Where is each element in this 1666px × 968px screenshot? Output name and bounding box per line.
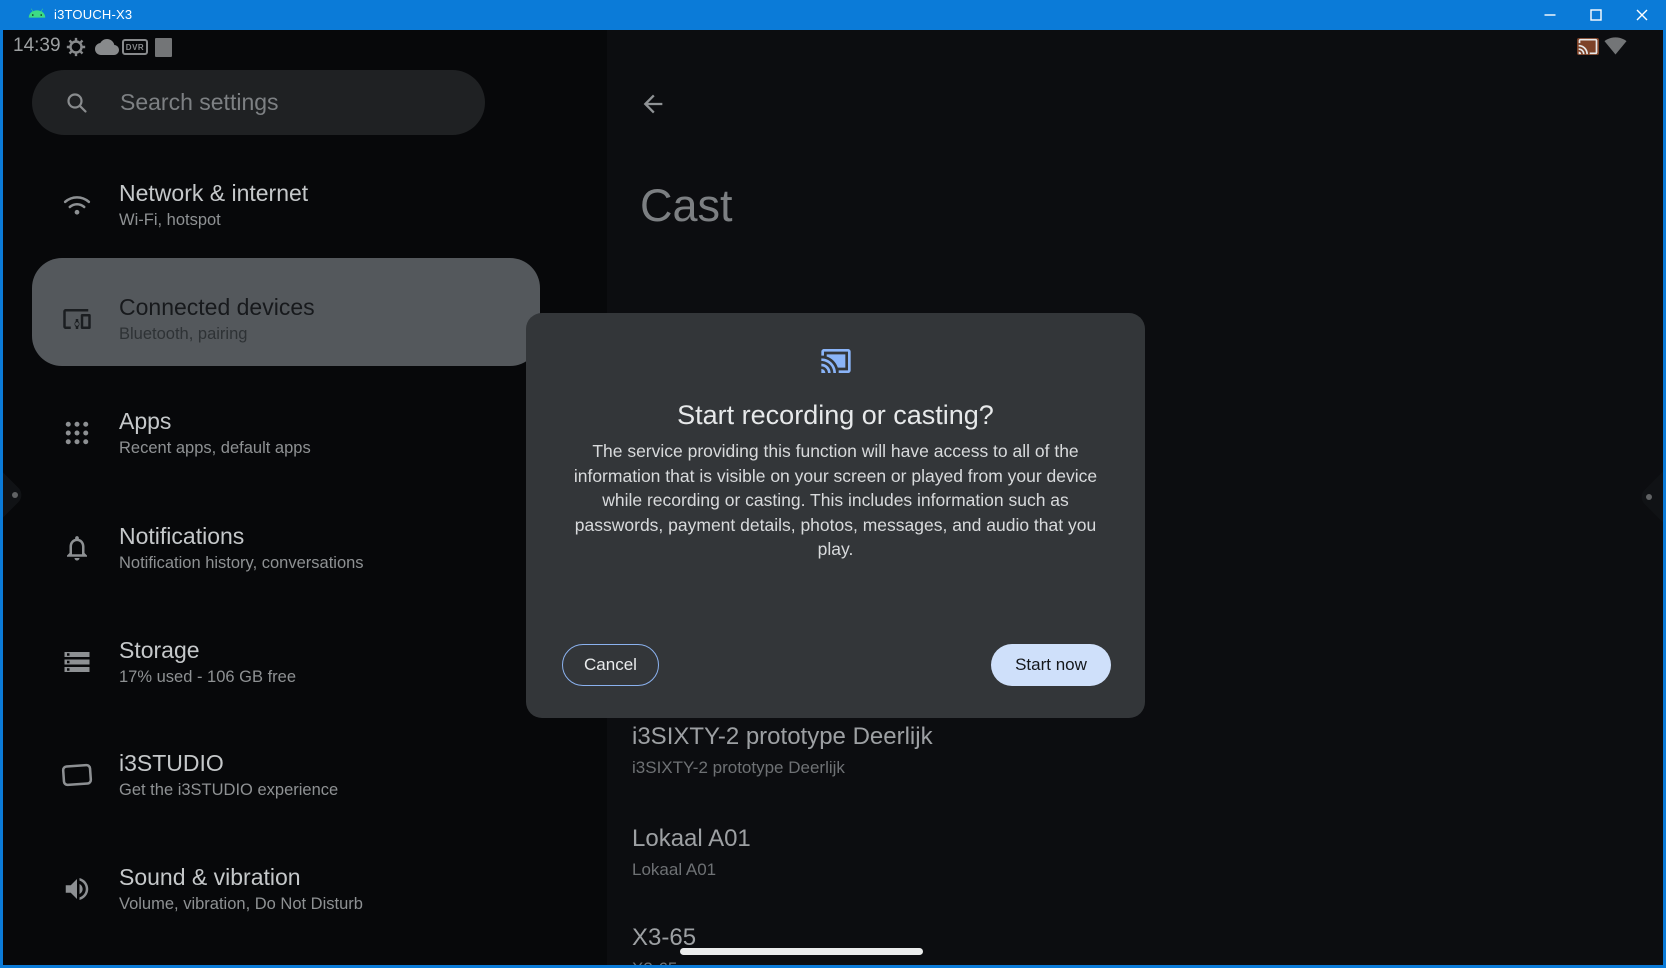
search-icon bbox=[65, 91, 89, 115]
status-bar: 14:39 DVR bbox=[3, 30, 1663, 62]
sidebar-item-title: Notifications bbox=[119, 523, 244, 550]
back-button[interactable] bbox=[639, 90, 673, 124]
maximize-icon bbox=[1590, 9, 1602, 21]
left-edge-handle-dot bbox=[12, 492, 18, 498]
devices-icon bbox=[62, 304, 92, 334]
cast-device-row[interactable]: Lokaal A01 Lokaal A01 bbox=[632, 825, 751, 880]
storage-icon bbox=[62, 647, 92, 677]
sidebar-item-storage[interactable]: Storage 17% used - 106 GB free bbox=[3, 637, 573, 737]
device-name: i3SIXTY-2 prototype Deerlijk bbox=[632, 723, 933, 751]
board-icon bbox=[60, 758, 94, 792]
maximize-button[interactable] bbox=[1574, 0, 1618, 30]
device-description: i3SIXTY-2 prototype Deerlijk bbox=[632, 758, 933, 778]
sidebar-item-subtitle: Get the i3STUDIO experience bbox=[119, 781, 338, 800]
minimize-button[interactable] bbox=[1528, 0, 1572, 30]
device-name: Lokaal A01 bbox=[632, 825, 751, 853]
android-logo-icon bbox=[28, 7, 46, 20]
cast-permission-dialog: Start recording or casting? The service … bbox=[526, 313, 1145, 718]
cancel-button[interactable]: Cancel bbox=[562, 644, 659, 686]
search-placeholder: Search settings bbox=[120, 89, 279, 116]
cast-device-row[interactable]: i3SIXTY-2 prototype Deerlijk i3SIXTY-2 p… bbox=[632, 723, 933, 778]
sidebar-item-subtitle: Volume, vibration, Do Not Disturb bbox=[119, 895, 363, 914]
start-now-button[interactable]: Start now bbox=[991, 644, 1111, 686]
sidebar-item-title: Connected devices bbox=[119, 294, 315, 321]
cloud-icon bbox=[95, 39, 119, 55]
sidebar-item-connected-devices[interactable]: Connected devices Bluetooth, pairing bbox=[3, 294, 573, 394]
sidebar-item-apps[interactable]: Apps Recent apps, default apps bbox=[3, 408, 573, 508]
cast-icon bbox=[819, 345, 853, 373]
apps-grid-icon bbox=[62, 418, 92, 448]
window-titlebar: i3TOUCH-X3 bbox=[0, 0, 1666, 30]
sidebar-item-network-internet[interactable]: Network & internet Wi-Fi, hotspot bbox=[3, 180, 573, 280]
speaker-icon bbox=[62, 874, 92, 904]
search-input[interactable]: Search settings bbox=[32, 70, 485, 135]
right-edge-handle-dot bbox=[1646, 494, 1652, 500]
gesture-navigation-bar[interactable] bbox=[680, 948, 923, 955]
sidebar-item-title: i3STUDIO bbox=[119, 750, 224, 777]
close-button[interactable] bbox=[1620, 0, 1664, 30]
page-title: Cast bbox=[640, 180, 733, 232]
clock: 14:39 bbox=[13, 35, 61, 57]
close-icon bbox=[1636, 9, 1648, 21]
sidebar-item-subtitle: Notification history, conversations bbox=[119, 554, 364, 573]
window-title: i3TOUCH-X3 bbox=[54, 7, 132, 22]
dialog-title: Start recording or casting? bbox=[526, 400, 1145, 431]
sidebar-item-sound-vibration[interactable]: Sound & vibration Volume, vibration, Do … bbox=[3, 864, 573, 964]
cast-device-row[interactable]: X3-65 X3-65 bbox=[632, 924, 696, 965]
sidebar-item-subtitle: Recent apps, default apps bbox=[119, 439, 311, 458]
screen-share-status-icon bbox=[155, 38, 172, 57]
device-description: Lokaal A01 bbox=[632, 860, 751, 880]
device-description: X3-65 bbox=[632, 959, 696, 965]
wifi-icon bbox=[62, 190, 92, 220]
app-window: i3TOUCH-X3 14:39 bbox=[0, 0, 1666, 968]
sidebar-item-i3studio[interactable]: i3STUDIO Get the i3STUDIO experience bbox=[3, 750, 573, 850]
sidebar-item-title: Apps bbox=[119, 408, 171, 435]
sidebar-item-title: Sound & vibration bbox=[119, 864, 301, 891]
sidebar-item-title: Storage bbox=[119, 637, 200, 664]
bell-icon bbox=[62, 533, 92, 563]
dvr-status-icon: DVR bbox=[122, 39, 148, 55]
dialog-body-text: The service providing this function will… bbox=[565, 439, 1106, 562]
wifi-status-icon bbox=[1604, 36, 1627, 55]
minimize-icon bbox=[1544, 9, 1556, 21]
cast-active-status-icon bbox=[1577, 38, 1599, 55]
back-arrow-icon bbox=[639, 90, 667, 118]
sidebar-item-title: Network & internet bbox=[119, 180, 308, 207]
sidebar-item-notifications[interactable]: Notifications Notification history, conv… bbox=[3, 523, 573, 623]
gear-icon bbox=[65, 36, 87, 58]
sidebar-item-subtitle: Wi-Fi, hotspot bbox=[119, 211, 221, 230]
sidebar-item-subtitle: Bluetooth, pairing bbox=[119, 325, 247, 344]
sidebar-item-subtitle: 17% used - 106 GB free bbox=[119, 668, 296, 687]
android-screen: 14:39 DVR bbox=[3, 30, 1663, 965]
